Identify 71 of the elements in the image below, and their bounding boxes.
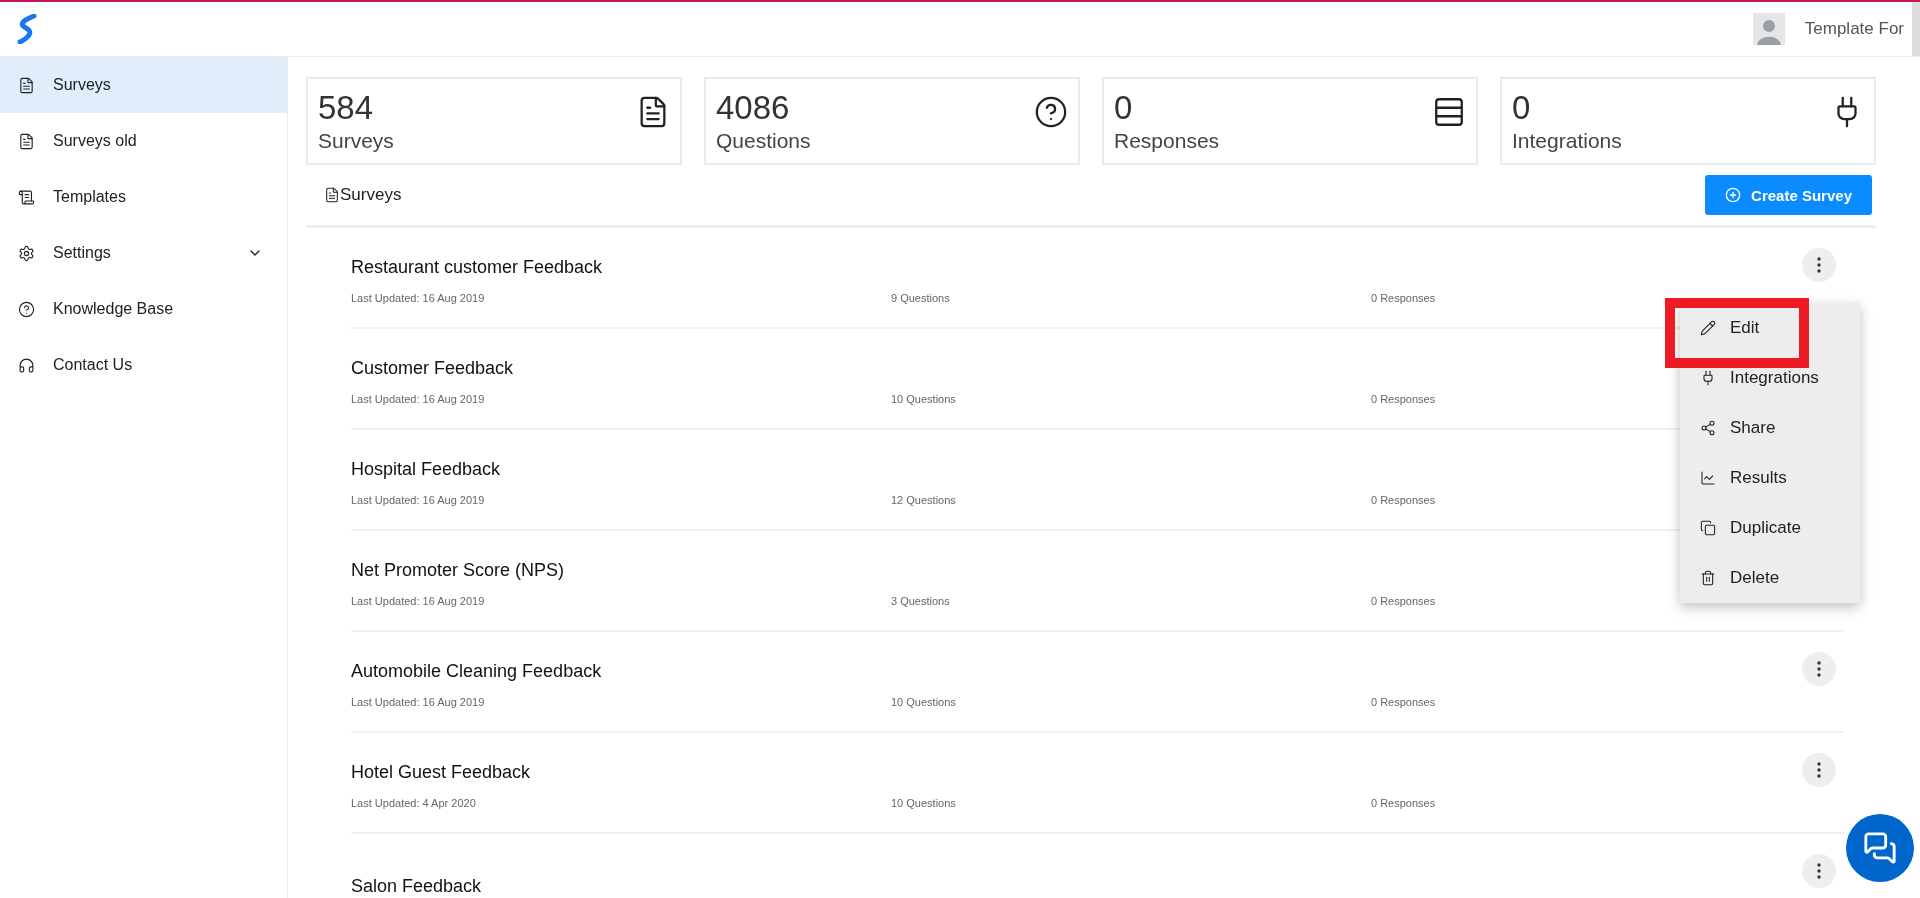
- survey-title[interactable]: Restaurant customer Feedback: [351, 257, 1802, 278]
- question-count: 10 Questions: [891, 393, 957, 405]
- stat-label: Responses: [1114, 129, 1220, 153]
- survey-icon: [18, 76, 35, 94]
- menu-item[interactable]: Delete: [1680, 553, 1860, 603]
- plus-circle-icon: [1725, 187, 1742, 203]
- last-updated: Last Updated: 16 Aug 2019: [351, 696, 486, 708]
- more-icon: [1817, 660, 1821, 677]
- stat-label: Integrations: [1512, 129, 1622, 153]
- response-count: 0 Responses: [1371, 393, 1437, 405]
- gear-icon: [18, 244, 35, 262]
- logo-icon: [16, 14, 38, 44]
- response-count: 0 Responses: [1371, 696, 1437, 708]
- stat-label: Questions: [716, 129, 811, 153]
- stat-value: 0: [1114, 88, 1134, 128]
- response-count: 0 Responses: [1371, 797, 1437, 809]
- response-count: 0 Responses: [1371, 494, 1437, 506]
- more-icon: [1817, 862, 1821, 879]
- more-button[interactable]: [1802, 651, 1836, 686]
- question-count: 10 Questions: [891, 696, 957, 708]
- chat-bubbles-icon: [1863, 831, 1897, 865]
- response-count: 0 Responses: [1371, 595, 1437, 607]
- sidebar-item[interactable]: Surveys old: [0, 113, 287, 169]
- more-button[interactable]: [1802, 853, 1836, 888]
- headset-icon: [18, 356, 35, 374]
- share-icon: [1700, 420, 1716, 436]
- help-icon: [18, 300, 35, 318]
- sidebar-item[interactable]: Surveys: [0, 57, 287, 113]
- menu-item[interactable]: Share: [1680, 403, 1860, 453]
- survey-icon: [18, 132, 35, 150]
- template-icon: [18, 188, 35, 206]
- more-button[interactable]: [1802, 247, 1836, 282]
- stat-value: 584: [318, 88, 375, 128]
- last-updated: Last Updated: 16 Aug 2019: [351, 595, 486, 607]
- question-count: 12 Questions: [891, 494, 957, 506]
- trash-icon: [1700, 570, 1716, 586]
- chart-icon: [1700, 470, 1716, 486]
- stat-value: 4086: [716, 88, 791, 128]
- last-updated: Last Updated: 16 Aug 2019: [351, 393, 486, 405]
- pencil-icon: [1700, 320, 1716, 336]
- last-updated: Last Updated: 16 Aug 2019: [351, 292, 486, 304]
- list-icon: [1432, 95, 1466, 129]
- copy-icon: [1700, 520, 1716, 536]
- sidebar-item[interactable]: Knowledge Base: [0, 281, 287, 337]
- survey-title[interactable]: Hotel Guest Feedback: [351, 762, 1802, 783]
- survey-title[interactable]: Automobile Cleaning Feedback: [351, 661, 1802, 682]
- question-count: 3 Questions: [891, 595, 951, 607]
- sidebar-item[interactable]: Contact Us: [0, 337, 287, 393]
- sidebar-item[interactable]: Templates: [0, 169, 287, 225]
- survey-title[interactable]: Salon Feedback: [351, 876, 1802, 897]
- stat-label: Surveys: [318, 129, 394, 153]
- stat-value: 0: [1512, 88, 1532, 128]
- avatar[interactable]: [1752, 13, 1785, 45]
- sidebar-item[interactable]: Settings: [0, 225, 287, 281]
- menu-item[interactable]: Duplicate: [1680, 503, 1860, 553]
- survey-icon: [324, 187, 340, 203]
- help-icon: [1034, 95, 1068, 129]
- menu-item[interactable]: Edit: [1680, 303, 1860, 353]
- last-updated: Last Updated: 4 Apr 2020: [351, 797, 477, 809]
- more-button[interactable]: [1802, 752, 1836, 787]
- plug-icon: [1700, 370, 1716, 386]
- user-name[interactable]: Template For: [1804, 19, 1904, 39]
- response-count: 0 Responses: [1371, 292, 1437, 304]
- more-icon: [1817, 256, 1821, 273]
- more-icon: [1817, 761, 1821, 778]
- last-updated: Last Updated: 16 Aug 2019: [351, 494, 486, 506]
- question-count: 9 Questions: [891, 292, 951, 304]
- menu-item[interactable]: Results: [1680, 453, 1860, 503]
- menu-item[interactable]: Integrations: [1680, 353, 1860, 403]
- section-title: Surveys: [340, 185, 402, 205]
- question-count: 10 Questions: [891, 797, 957, 809]
